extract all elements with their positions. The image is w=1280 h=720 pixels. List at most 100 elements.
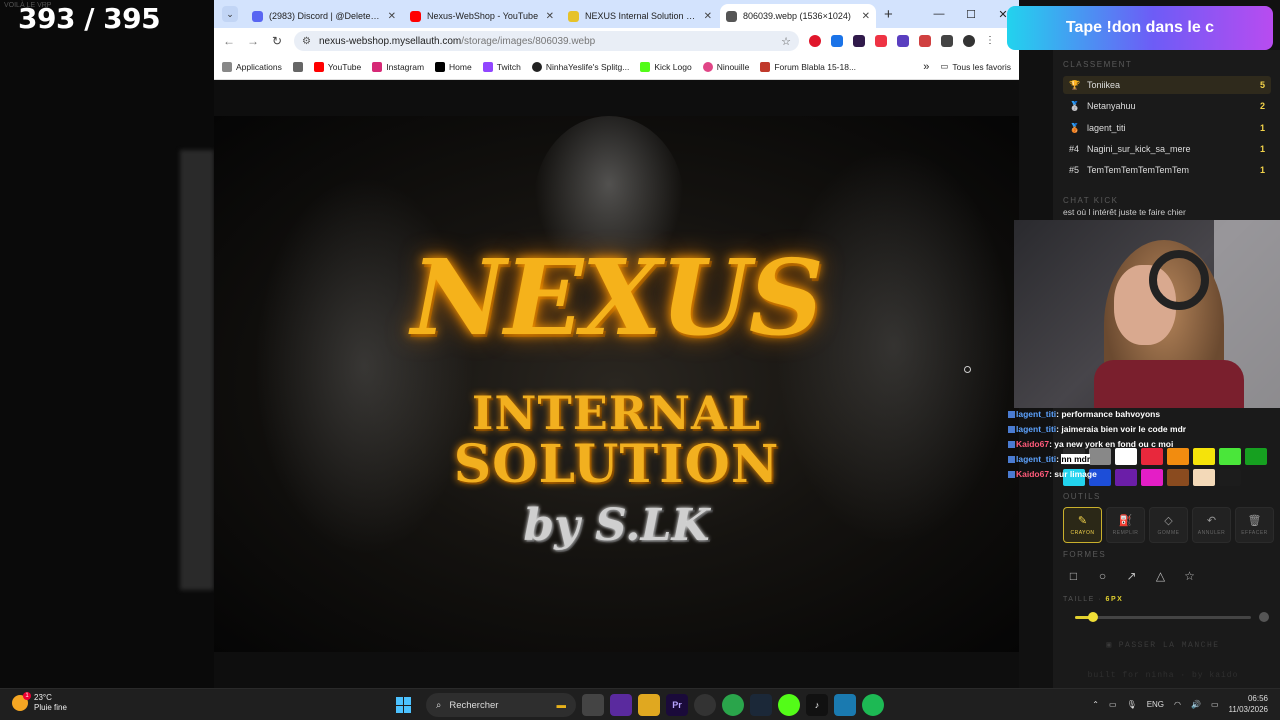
chrome-icon[interactable]	[722, 694, 744, 716]
x-icon	[435, 61, 446, 72]
app-icon[interactable]	[834, 694, 856, 716]
more-bookmarks-icon[interactable]: »	[923, 61, 929, 73]
extension-icon[interactable]	[875, 35, 887, 47]
slider-knob[interactable]	[1087, 612, 1098, 622]
close-tab-icon[interactable]: ✕	[862, 11, 870, 22]
new-tab-button[interactable]: +	[884, 6, 893, 23]
tab-search-button[interactable]: ⌄	[222, 6, 238, 22]
taskbar-search[interactable]: ⌕ Rechercher ▬	[426, 693, 576, 717]
task-view-icon[interactable]	[582, 694, 604, 716]
avatar[interactable]	[963, 35, 975, 47]
volume-icon[interactable]: 🔊	[1191, 700, 1201, 709]
weather-widget[interactable]: 1 23°C Pluie fine	[12, 692, 67, 713]
bookmark-ninouille[interactable]: Ninouille	[702, 61, 749, 72]
bookmark-home[interactable]: Home	[435, 61, 472, 72]
windows-start-icon[interactable]	[396, 697, 412, 713]
logo-subtitle-1: INTERNAL	[471, 386, 762, 440]
weather-condition: Pluie fine	[34, 703, 67, 712]
color-swatch[interactable]	[1141, 448, 1163, 465]
fill-tool[interactable]: ⛽ REMPLIR	[1106, 507, 1145, 543]
taskbar: 1 23°C Pluie fine ⌕ Rechercher ▬ Pr ♪ ⌃ ▭ 🎙…	[0, 688, 1280, 720]
bookmark-kick[interactable]: Kick Logo	[640, 61, 692, 72]
audio-icon[interactable]	[831, 35, 843, 47]
app-tray-icon[interactable]: ▭	[1109, 700, 1117, 709]
bookmark-grid[interactable]	[292, 61, 303, 72]
forward-icon[interactable]: →	[246, 34, 260, 48]
steam-icon[interactable]	[750, 694, 772, 716]
back-icon[interactable]: ←	[222, 34, 236, 48]
tiktok-icon[interactable]: ♪	[806, 694, 828, 716]
kick-icon[interactable]	[778, 694, 800, 716]
clock[interactable]: 06:56 11/03/2026	[1229, 693, 1268, 715]
widgets-icon[interactable]	[610, 694, 632, 716]
color-swatch[interactable]	[1193, 448, 1215, 465]
chat-message: lagent_titi: nn mdr	[1008, 454, 1091, 464]
color-swatch[interactable]	[1089, 448, 1111, 465]
bookmark-star-icon[interactable]: ☆	[781, 35, 791, 48]
color-swatch[interactable]	[1219, 448, 1241, 465]
obs-icon[interactable]	[694, 694, 716, 716]
address-bar[interactable]: ⚙ nexus-webshop.mysellauth.com/storage/i…	[294, 31, 799, 51]
bookmark-forum[interactable]: Forum Blabla 15-18...	[760, 61, 856, 72]
maximize-icon[interactable]: ☐	[955, 0, 987, 28]
undo-tool[interactable]: ↶ ANNULER	[1192, 507, 1231, 543]
color-swatch[interactable]	[1115, 448, 1137, 465]
color-swatch[interactable]	[1167, 448, 1189, 465]
circle-icon[interactable]: ○	[1092, 565, 1113, 586]
clear-tool[interactable]: 🗑 EFFACER	[1235, 507, 1274, 543]
chat-text: jaimeraia bien voir le code mdr	[1061, 424, 1187, 434]
microphone-icon[interactable]: 🎙	[1127, 700, 1137, 709]
brush-size-slider[interactable]	[1075, 612, 1251, 622]
clock-time: 06:56	[1247, 694, 1268, 703]
next-round-button[interactable]: ▣ PASSER LA MANCHE	[1063, 634, 1263, 656]
bookmark-twitch[interactable]: Twitch	[482, 61, 521, 72]
color-swatch[interactable]	[1245, 448, 1267, 465]
triangle-icon[interactable]: △	[1150, 565, 1171, 586]
bookmark-applications[interactable]: Applications	[222, 61, 282, 72]
player-name: Nagini_sur_kick_sa_mere	[1087, 144, 1191, 154]
arrow-icon[interactable]: ↗	[1121, 565, 1142, 586]
extension-icon[interactable]	[919, 35, 931, 47]
rectangle-icon[interactable]: □	[1063, 565, 1084, 586]
bookmark-label: Twitch	[496, 61, 521, 72]
shield-icon[interactable]	[897, 35, 909, 47]
skip-icon: ▣	[1106, 641, 1113, 650]
site-info-icon[interactable]: ⚙	[302, 36, 311, 47]
reload-icon[interactable]: ↻	[270, 34, 284, 48]
puzzle-icon[interactable]	[941, 35, 953, 47]
menu-icon[interactable]: ⋮	[985, 35, 997, 47]
nexus-artwork: NEXUS INTERNAL SOLUTION by S.LK	[214, 116, 1019, 652]
all-bookmarks-folder[interactable]: ▭ Tous les favoris	[940, 61, 1011, 72]
tab-youtube[interactable]: Nexus-WebShop - YouTube ✕	[404, 4, 560, 28]
window-controls: — ☐ ✕	[923, 0, 1019, 28]
tab-discord[interactable]: (2983) Discord | @Deleted User ✕	[246, 4, 402, 28]
premiere-icon[interactable]: Pr	[666, 694, 688, 716]
close-tab-icon[interactable]: ✕	[546, 11, 554, 22]
tab-nexus[interactable]: NEXUS Internal Solution - NEXUS ✕	[562, 4, 718, 28]
close-tab-icon[interactable]: ✕	[388, 11, 396, 22]
pencil-tool[interactable]: ✎ CRAYON	[1063, 507, 1102, 543]
tool-label: GOMME	[1157, 530, 1180, 536]
opera-icon[interactable]	[809, 35, 821, 47]
color-swatch[interactable]	[1219, 469, 1241, 486]
tab-image[interactable]: 806039.webp (1536×1024) ✕	[720, 4, 876, 28]
color-swatch[interactable]	[1193, 469, 1215, 486]
bookmark-youtube[interactable]: YouTube	[313, 61, 361, 72]
extension-icon[interactable]	[853, 35, 865, 47]
color-swatch[interactable]	[1167, 469, 1189, 486]
eraser-tool[interactable]: ◇ GOMME	[1149, 507, 1188, 543]
undo-icon: ↶	[1206, 515, 1217, 527]
color-swatch[interactable]	[1141, 469, 1163, 486]
bookmark-splitgate[interactable]: NinhaYeslife's Splitg...	[531, 61, 629, 72]
spotify-icon[interactable]	[862, 694, 884, 716]
chevron-up-icon[interactable]: ⌃	[1092, 700, 1099, 709]
wifi-icon[interactable]: ◠	[1174, 700, 1181, 709]
language-indicator[interactable]: ENG	[1147, 700, 1164, 709]
minimize-icon[interactable]: —	[923, 0, 955, 28]
close-tab-icon[interactable]: ✕	[704, 11, 712, 22]
file-explorer-icon[interactable]	[638, 694, 660, 716]
color-swatch[interactable]	[1115, 469, 1137, 486]
battery-icon[interactable]: ▭	[1211, 700, 1219, 709]
star-icon[interactable]: ☆	[1179, 565, 1200, 586]
bookmark-instagram[interactable]: Instagram	[372, 61, 424, 72]
